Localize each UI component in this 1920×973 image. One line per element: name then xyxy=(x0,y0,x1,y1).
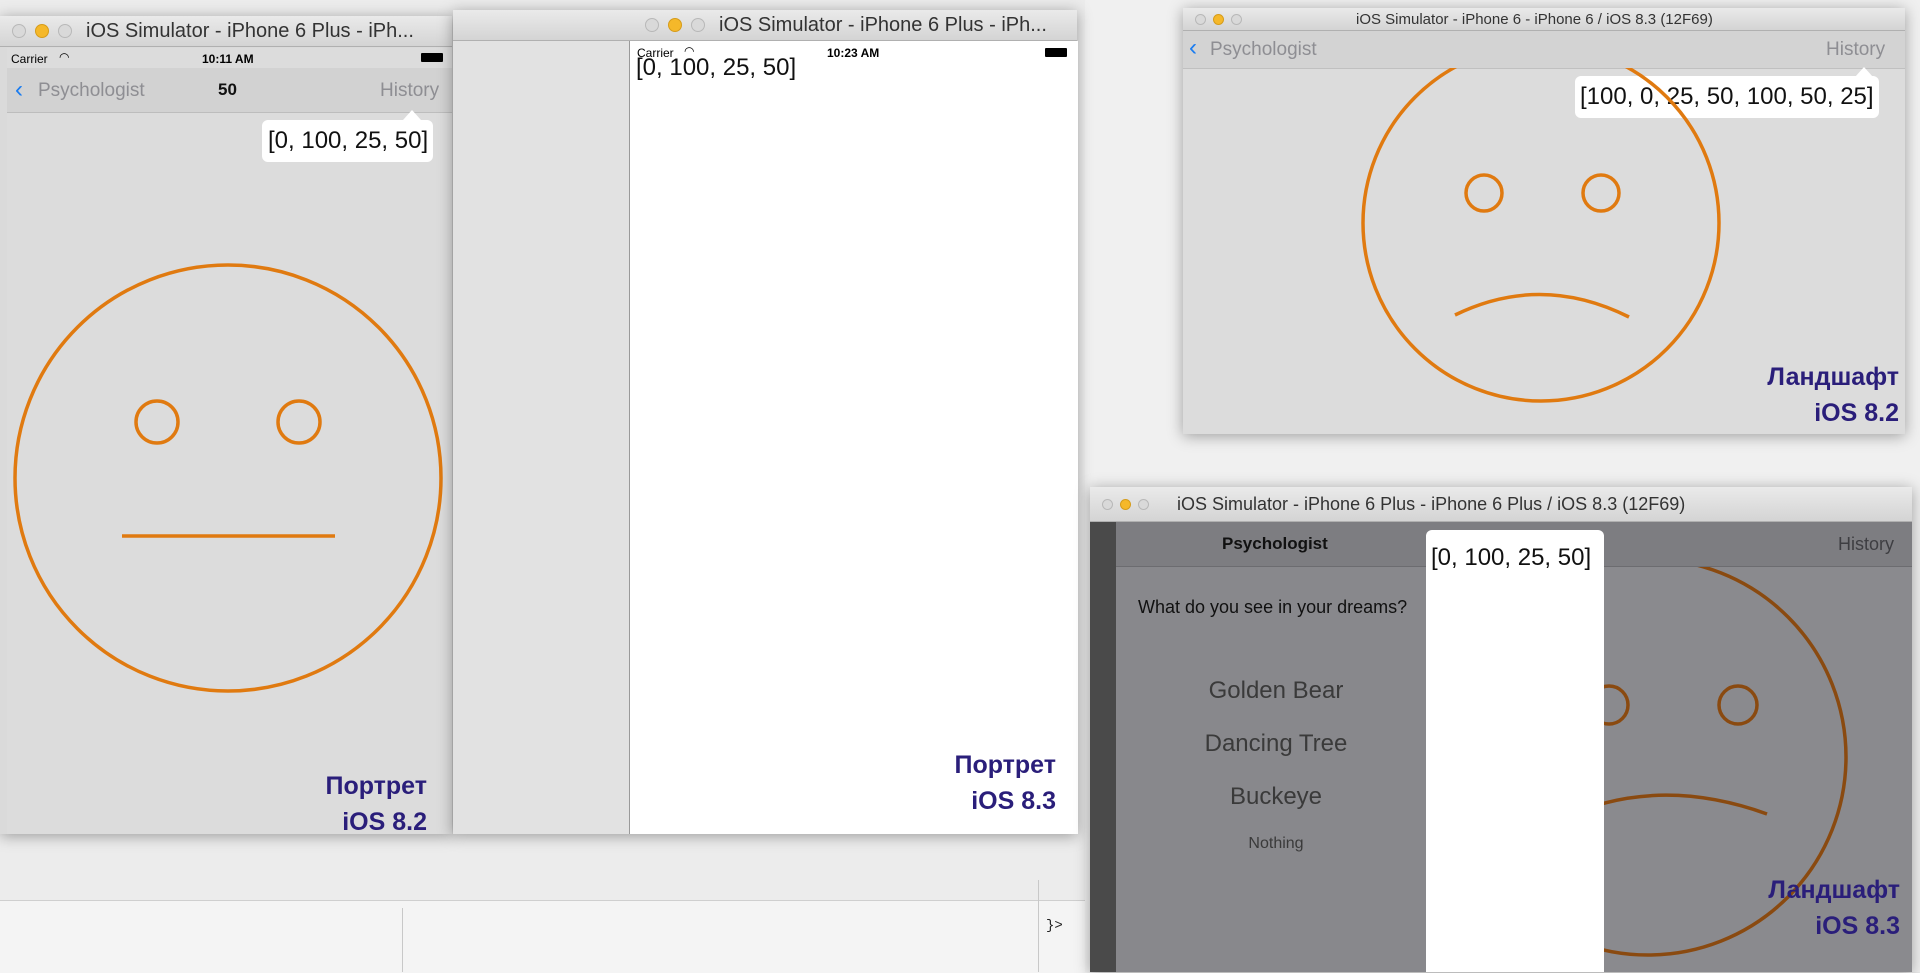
back-chevron-icon[interactable]: ‹ xyxy=(15,76,23,104)
editor-divider xyxy=(402,908,403,972)
caption-line-2: iOS 8.3 xyxy=(971,787,1056,815)
caption-line-2: iOS 8.2 xyxy=(342,808,427,834)
phone-screen: Carrier ◠ 10:11 AM ‹ Psychologist 50 His… xyxy=(7,48,452,834)
window-title: iOS Simulator - iPhone 6 Plus - iPh... xyxy=(719,13,1047,36)
window-title: iOS Simulator - iPhone 6 Plus - iPhone 6… xyxy=(1177,493,1686,514)
left-dim-area xyxy=(453,41,629,834)
background-desktop xyxy=(0,900,1090,973)
question-label: What do you see in your dreams? xyxy=(1138,597,1408,617)
status-time: 10:11 AM xyxy=(202,52,254,66)
nav-title: 50 xyxy=(218,80,237,99)
back-button[interactable]: Psychologist xyxy=(1210,39,1317,61)
caption-orientation: Ландшафт iOS 8.3 xyxy=(1666,872,1900,944)
right-eye xyxy=(1581,173,1621,213)
minimize-button[interactable] xyxy=(1213,13,1224,25)
code-fragment: }> xyxy=(1046,918,1063,934)
option-dancing-tree[interactable]: Dancing Tree xyxy=(1116,730,1436,758)
minimize-button[interactable] xyxy=(1120,498,1131,510)
caption-line-1: Ландшафт xyxy=(1767,363,1899,391)
history-button[interactable]: History xyxy=(380,80,439,102)
zoom-button[interactable] xyxy=(1138,498,1149,510)
close-button[interactable] xyxy=(1102,498,1113,510)
back-button[interactable]: Psychologist xyxy=(38,80,145,102)
navigation-bar: ‹ Psychologist History xyxy=(1183,31,1905,69)
caption-line-2: iOS 8.2 xyxy=(1814,399,1899,427)
simulator-window-portrait-ios82[interactable]: iOS Simulator - iPhone 6 Plus - iPh... C… xyxy=(0,16,452,834)
zoom-button[interactable] xyxy=(691,18,705,32)
window-title: iOS Simulator - iPhone 6 - iPhone 6 / iO… xyxy=(1356,10,1713,28)
option-buckeye[interactable]: Buckeye xyxy=(1116,783,1436,811)
simulator-window-landscape-ios83[interactable]: iOS Simulator - iPhone 6 Plus - iPhone 6… xyxy=(1090,487,1912,972)
phone-screen: Carrier ◠ 10:23 AM [0, 100, 25, 50] Порт… xyxy=(629,41,1078,834)
mouth xyxy=(1454,292,1630,319)
right-eye xyxy=(1717,684,1759,726)
caption-orientation: Портрет iOS 8.3 xyxy=(830,747,1056,819)
face-outline xyxy=(13,263,443,693)
window-titlebar[interactable]: iOS Simulator - iPhone 6 Plus - iPh... xyxy=(453,10,1077,41)
history-text: [0, 100, 25, 50] xyxy=(636,54,797,81)
carrier-label: Carrier xyxy=(11,52,48,66)
history-button[interactable]: History xyxy=(1826,39,1885,61)
zoom-button[interactable] xyxy=(58,24,72,38)
right-eye xyxy=(276,399,322,445)
simulator-window-landscape-ios82[interactable]: iOS Simulator - iPhone 6 - iPhone 6 / iO… xyxy=(1183,8,1905,434)
zoom-button[interactable] xyxy=(1231,13,1242,25)
window-titlebar[interactable]: iOS Simulator - iPhone 6 Plus - iPh... xyxy=(0,16,452,47)
popover-text: [0, 100, 25, 50] xyxy=(1431,544,1592,571)
left-eye xyxy=(134,399,180,445)
window-titlebar[interactable]: iOS Simulator - iPhone 6 - iPhone 6 / iO… xyxy=(1183,8,1905,31)
caption-line-1: Портрет xyxy=(325,772,427,800)
phone-screen: ‹ Psychologist History [100, 0, 25, 50, … xyxy=(1183,31,1905,434)
simulator-window-portrait-ios83[interactable]: iOS Simulator - iPhone 6 Plus - iPh... C… xyxy=(453,10,1078,834)
battery-icon xyxy=(1045,48,1067,57)
minimize-button[interactable] xyxy=(35,24,49,38)
window-titlebar[interactable]: iOS Simulator - iPhone 6 Plus - iPhone 6… xyxy=(1090,487,1912,522)
phone-screen: Psychologist History What do you see in … xyxy=(1116,522,1912,972)
caption-orientation: Портрет iOS 8.2 xyxy=(207,768,427,834)
back-chevron-icon[interactable]: ‹ xyxy=(1189,34,1197,62)
caption-orientation: Ландшафт iOS 8.2 xyxy=(1663,359,1899,431)
left-eye xyxy=(1464,173,1504,213)
close-button[interactable] xyxy=(645,18,659,32)
face-view xyxy=(13,263,443,693)
battery-icon xyxy=(421,53,443,62)
navigation-bar: ‹ Psychologist 50 History xyxy=(7,68,452,113)
history-popover: [0, 100, 25, 50] xyxy=(1426,530,1604,972)
caption-line-1: Портрет xyxy=(954,751,1056,779)
window-title: iOS Simulator - iPhone 6 Plus - iPh... xyxy=(86,19,414,42)
option-golden-bear[interactable]: Golden Bear xyxy=(1116,677,1436,705)
close-button[interactable] xyxy=(12,24,26,38)
status-time: 10:23 AM xyxy=(827,46,880,60)
minimize-button[interactable] xyxy=(668,18,682,32)
status-bar: Carrier ◠ 10:11 AM xyxy=(7,48,452,68)
nav-title: Psychologist xyxy=(1222,534,1328,553)
face-outline xyxy=(1361,68,1721,403)
close-button[interactable] xyxy=(1195,13,1206,25)
history-button[interactable]: History xyxy=(1838,534,1894,555)
caption-line-1: Ландшафт xyxy=(1768,876,1900,904)
wifi-icon: ◠ xyxy=(59,50,70,64)
caption-line-2: iOS 8.3 xyxy=(1815,912,1900,940)
editor-divider xyxy=(1038,880,1039,972)
option-nothing[interactable]: Nothing xyxy=(1116,835,1436,853)
